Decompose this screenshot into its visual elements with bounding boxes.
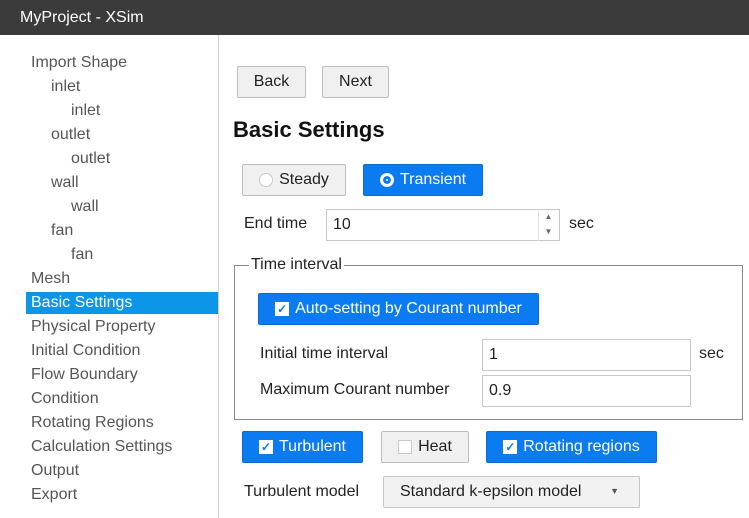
main-panel: Back Next Basic Settings Steady Transien… [219,35,749,518]
checkbox-checked-icon: ✓ [259,440,273,454]
steady-radio[interactable]: Steady [242,164,346,196]
turbulent-model-select[interactable]: Standard k-epsilon model ▼ [383,476,640,508]
next-button[interactable]: Next [322,66,389,98]
sidebar-tree: Import Shape inlet inlet outlet outlet w… [0,35,219,518]
checkbox-unchecked-icon [398,440,413,454]
radio-selected-icon [379,173,394,187]
page-title: Basic Settings [233,117,385,142]
window-title: MyProject - XSim [0,0,749,35]
stepper-up-icon[interactable]: ▲ [539,209,558,224]
steady-label: Steady [279,171,329,188]
turbulent-model-value: Standard k-epsilon model [400,483,582,500]
turbulent-checkbox[interactable]: ✓ Turbulent [242,431,363,463]
sidebar-item-rotating-regions[interactable]: Rotating Regions [31,412,154,434]
end-time-stepper[interactable]: ▲ ▼ [538,209,558,241]
sidebar-item-export[interactable]: Export [31,484,77,506]
transient-radio[interactable]: Transient [363,164,483,196]
end-time-label: End time [244,215,308,232]
sidebar-item-initial-condition[interactable]: Initial Condition [31,340,140,362]
sidebar-item-basic-settings[interactable]: Basic Settings [26,292,218,314]
max-courant-label: Maximum Courant number [260,381,450,398]
initial-interval-label: Initial time interval [260,345,389,362]
turbulent-label: Turbulent [279,438,346,455]
sidebar-item-output[interactable]: Output [31,460,79,482]
chevron-down-icon: ▼ [610,486,619,496]
sidebar-item-flow-boundary[interactable]: Flow Boundary [31,364,138,386]
sidebar-item-inlet[interactable]: inlet [71,100,100,122]
max-courant-input[interactable] [482,375,691,407]
back-button[interactable]: Back [237,66,306,98]
rotating-regions-checkbox[interactable]: ✓ Rotating regions [486,431,657,463]
sidebar-item-physical-property[interactable]: Physical Property [31,316,156,338]
time-interval-legend: Time interval [249,256,344,274]
sidebar-item-fan[interactable]: fan [71,244,93,266]
radio-unselected-icon [259,173,274,187]
initial-interval-unit: sec [699,345,724,362]
sidebar-item-outlet[interactable]: outlet [71,148,110,170]
sidebar-item-outlet-group[interactable]: outlet [51,124,90,146]
sidebar-item-fan-group[interactable]: fan [51,220,73,242]
sidebar-item-flow-boundary-condition[interactable]: Condition [31,388,99,410]
end-time-input[interactable] [326,209,560,241]
checkbox-checked-icon: ✓ [275,302,290,316]
transient-label: Transient [399,171,467,188]
sidebar-item-inlet-group[interactable]: inlet [51,76,80,98]
heat-checkbox[interactable]: Heat [381,431,469,463]
sidebar-item-mesh[interactable]: Mesh [31,268,70,290]
stepper-down-icon[interactable]: ▼ [539,224,558,239]
checkbox-checked-icon: ✓ [503,440,518,454]
sidebar-item-import-shape[interactable]: Import Shape [31,52,127,74]
initial-interval-input[interactable] [482,339,691,371]
sidebar-item-wall[interactable]: wall [71,196,99,218]
sidebar-item-wall-group[interactable]: wall [51,172,79,194]
end-time-unit: sec [569,215,594,232]
auto-courant-checkbox[interactable]: ✓ Auto-setting by Courant number [258,293,539,325]
turbulent-model-label: Turbulent model [244,483,360,500]
auto-courant-label: Auto-setting by Courant number [295,300,522,317]
heat-label: Heat [418,438,452,455]
sidebar-item-calculation-settings[interactable]: Calculation Settings [31,436,172,458]
rotating-regions-label: Rotating regions [523,438,640,455]
